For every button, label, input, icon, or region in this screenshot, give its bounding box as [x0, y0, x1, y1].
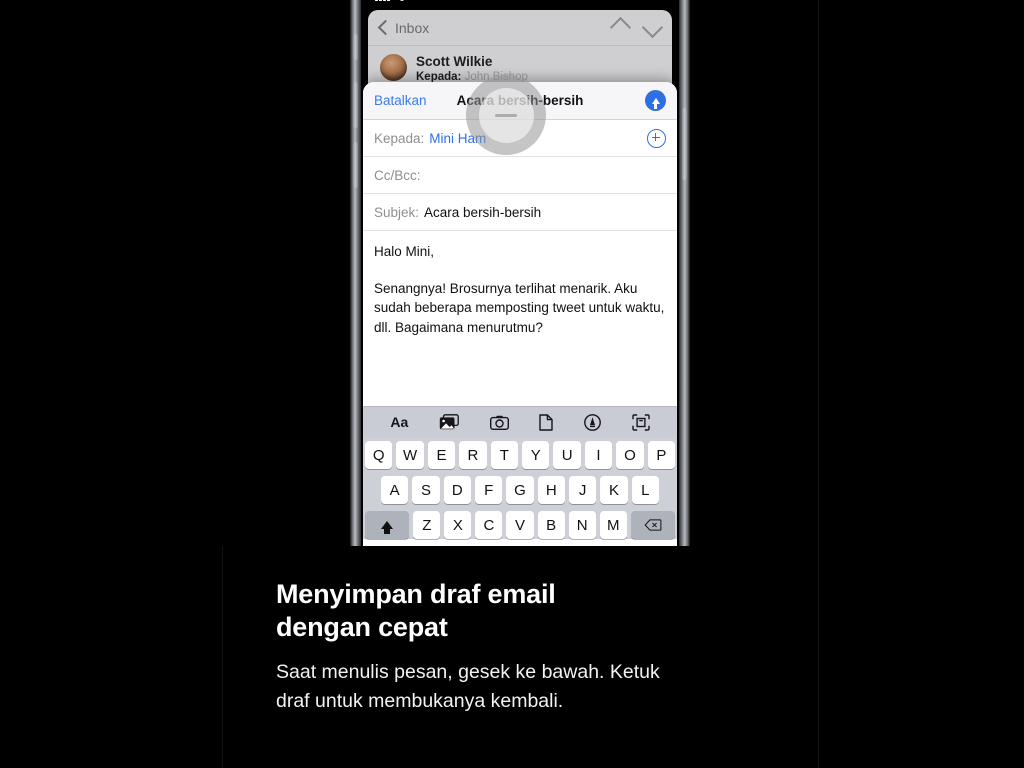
text-format-icon[interactable]: Aa	[390, 414, 408, 430]
send-arrow-up-icon	[651, 97, 660, 109]
keyboard-row-1: QWERTYUIOP	[364, 441, 676, 469]
keyboard-row-3-letters: ZXCVBNM	[413, 511, 627, 539]
backspace-delete-icon	[644, 519, 662, 531]
markup-pen-icon[interactable]	[584, 413, 601, 431]
sheet-grabber-handle	[495, 113, 517, 117]
mail-nav-arrows	[609, 16, 664, 39]
caption-subtitle: Saat menulis pesan, gesek ke bawah. Ketu…	[276, 658, 796, 716]
caption-subtitle-line2: draf untuk membukanya kembali.	[276, 690, 564, 712]
status-bar: 09.41 100%	[361, 0, 679, 8]
key-q[interactable]: Q	[364, 441, 393, 469]
key-c[interactable]: C	[475, 511, 503, 539]
key-k[interactable]: K	[600, 476, 628, 504]
key-o[interactable]: O	[616, 441, 644, 469]
chevron-down-icon[interactable]	[641, 16, 664, 39]
key-m[interactable]: M	[599, 511, 627, 539]
to-field-label: Kepada:	[374, 130, 425, 146]
key-v[interactable]: V	[506, 511, 534, 539]
swipe-down-gesture-indicator	[466, 75, 546, 155]
device-video-region: 09.41 100% Inbox	[222, 0, 818, 546]
key-a[interactable]: A	[381, 476, 409, 504]
key-w[interactable]: W	[396, 441, 424, 469]
chevron-left-icon	[377, 19, 394, 36]
key-u[interactable]: U	[553, 441, 581, 469]
wifi-icon	[395, 0, 409, 1]
onscreen-keyboard: QWERTYUIOP ASDFGHJKL ZXCVBNM	[363, 437, 677, 539]
gesture-inner-disc	[478, 87, 534, 143]
keyboard-zone: Aa Q W E R T Y U I O P A S D F G H J K L…	[363, 406, 677, 546]
shift-up-arrow-icon	[381, 521, 394, 534]
key-x[interactable]: X	[444, 511, 472, 539]
mail-sender-name: Scott Wilkie	[416, 54, 493, 69]
key-r[interactable]: R	[459, 441, 487, 469]
subject-field-label: Subjek:	[374, 204, 420, 220]
delete-key[interactable]	[630, 511, 675, 539]
subject-field-row[interactable]: Subjek: Acara bersih-bersih	[363, 194, 677, 231]
letterbox-divider-right	[818, 0, 819, 768]
caption-title: Menyimpan draf email dengan cepat	[276, 578, 796, 644]
chevron-up-icon[interactable]	[609, 16, 632, 39]
keyboard-row-2: ASDFGHJKL	[365, 476, 675, 504]
caption-title-line1: Menyimpan draf email	[276, 579, 556, 609]
key-p[interactable]: P	[647, 441, 676, 469]
cancel-button[interactable]: Batalkan	[374, 93, 427, 108]
key-i[interactable]: I	[584, 441, 613, 469]
iphone-device: 09.41 100% Inbox	[350, 0, 690, 546]
key-d[interactable]: D	[443, 476, 471, 504]
key-l[interactable]: L	[631, 476, 659, 504]
key-j[interactable]: J	[568, 476, 597, 504]
plus-circle-icon[interactable]	[647, 128, 666, 148]
device-left-rail	[350, 0, 361, 546]
volume-up-button[interactable]	[353, 82, 358, 128]
power-button[interactable]	[682, 108, 687, 180]
caption-title-line2: dengan cepat	[276, 612, 448, 642]
key-b[interactable]: B	[537, 511, 565, 539]
mail-detail-navbar: Inbox	[368, 10, 672, 46]
key-t[interactable]: T	[490, 441, 518, 469]
caption-block: Menyimpan draf email dengan cepat Saat m…	[276, 578, 796, 716]
key-f[interactable]: F	[475, 476, 503, 504]
email-body-greeting: Halo Mini,	[374, 244, 435, 259]
key-s[interactable]: S	[412, 476, 440, 504]
back-to-inbox-button[interactable]: Inbox	[377, 19, 430, 36]
phone-screen: 09.41 100% Inbox	[361, 0, 679, 546]
email-body-paragraph: Senangnya! Brosurnya terlihat menarik. A…	[374, 280, 665, 335]
ccbcc-field-label: Cc/Bcc:	[374, 167, 421, 183]
status-bar-left	[375, 0, 409, 1]
email-body-editor[interactable]: Halo Mini, Senangnya! Brosurnya terlihat…	[363, 231, 677, 337]
format-toolbar: Aa	[363, 406, 677, 437]
mute-switch[interactable]	[353, 34, 358, 60]
ccbcc-field-row[interactable]: Cc/Bcc:	[363, 157, 677, 194]
document-icon[interactable]	[539, 413, 553, 431]
keyboard-row-3: ZXCVBNM	[365, 511, 675, 539]
screenshot-root: 09.41 100% Inbox	[0, 0, 1024, 768]
subject-field-value: Acara bersih-bersih	[424, 204, 542, 220]
key-h[interactable]: H	[537, 476, 565, 504]
cellular-bars-icon	[375, 0, 390, 1]
key-y[interactable]: Y	[522, 441, 550, 469]
key-n[interactable]: N	[568, 511, 596, 539]
photo-library-icon[interactable]	[439, 414, 459, 430]
key-g[interactable]: G	[506, 476, 534, 504]
scan-document-icon[interactable]	[631, 413, 650, 431]
send-button[interactable]	[645, 90, 666, 111]
contact-avatar	[380, 54, 407, 81]
back-button-label: Inbox	[395, 19, 430, 36]
device-right-rail	[679, 0, 690, 546]
key-z[interactable]: Z	[413, 511, 441, 539]
camera-icon[interactable]	[489, 415, 509, 430]
key-e[interactable]: E	[427, 441, 456, 469]
volume-down-button[interactable]	[353, 142, 358, 188]
shift-key[interactable]	[365, 511, 410, 539]
caption-subtitle-line1: Saat menulis pesan, gesek ke bawah. Ketu…	[276, 661, 660, 683]
